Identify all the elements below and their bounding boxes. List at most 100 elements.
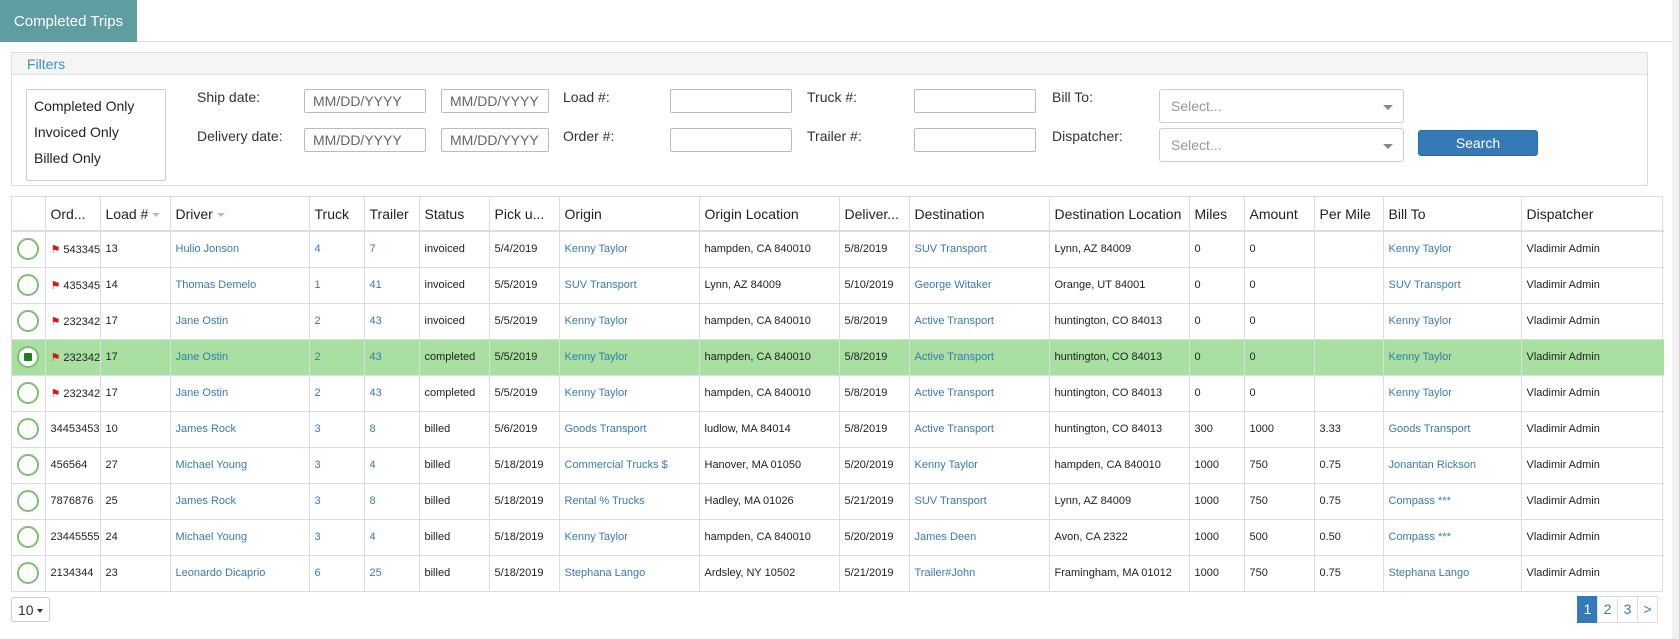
- cell-origin[interactable]: Kenny Taylor: [559, 302, 700, 339]
- cell-destination[interactable]: Trailer#John: [909, 554, 1050, 591]
- cell-origin[interactable]: Goods Transport: [559, 410, 700, 447]
- table-row[interactable]: ⚑ 232342 17 Jane Ostin 2 43 completed 5/5/2019 K…: [12, 374, 1664, 411]
- row-select-cell[interactable]: [12, 410, 46, 447]
- status-option-billed[interactable]: Billed Only: [34, 150, 101, 166]
- cell-origin[interactable]: Kenny Taylor: [559, 518, 700, 555]
- row-radio[interactable]: [17, 526, 39, 548]
- cell-bill-to[interactable]: Kenny Taylor: [1383, 230, 1522, 267]
- cell-truck[interactable]: 6: [309, 554, 365, 591]
- load-number-input[interactable]: [670, 89, 792, 113]
- cell-destination[interactable]: Kenny Taylor: [909, 446, 1050, 483]
- row-radio[interactable]: [17, 346, 39, 368]
- column-header-destination-location[interactable]: Destination Location: [1049, 197, 1190, 232]
- row-radio[interactable]: [17, 310, 39, 332]
- cell-bill-to[interactable]: Compass ***: [1383, 482, 1522, 519]
- ship-date-from-input[interactable]: [304, 89, 426, 113]
- row-select-cell[interactable]: [12, 446, 46, 483]
- cell-driver[interactable]: James Rock: [170, 482, 310, 519]
- column-header-pickup[interactable]: Pick u...: [489, 197, 560, 232]
- cell-trailer[interactable]: 8: [364, 410, 420, 447]
- cell-destination[interactable]: Active Transport: [909, 302, 1050, 339]
- table-row[interactable]: ⚑ 543345 13 Hulio Jonson 4 7 invoiced 5/4/2019 K…: [12, 230, 1664, 267]
- cell-trailer[interactable]: 7: [364, 230, 420, 267]
- page-size-select[interactable]: 10: [11, 597, 50, 622]
- cell-origin[interactable]: Commercial Trucks $: [559, 446, 700, 483]
- cell-truck[interactable]: 3: [309, 446, 365, 483]
- row-radio[interactable]: [17, 454, 39, 476]
- cell-bill-to[interactable]: Stephana Lango: [1383, 554, 1522, 591]
- cell-origin[interactable]: Stephana Lango: [559, 554, 700, 591]
- cell-driver[interactable]: James Rock: [170, 410, 310, 447]
- cell-trailer[interactable]: 43: [364, 374, 420, 411]
- cell-trailer[interactable]: 43: [364, 302, 420, 339]
- cell-origin[interactable]: Kenny Taylor: [559, 230, 700, 267]
- row-radio[interactable]: [17, 382, 39, 404]
- column-header-truck[interactable]: Truck: [309, 197, 365, 232]
- cell-destination[interactable]: George Witaker: [909, 266, 1050, 303]
- cell-driver[interactable]: Michael Young: [170, 518, 310, 555]
- cell-trailer[interactable]: 4: [364, 518, 420, 555]
- delivery-date-to-input[interactable]: [441, 128, 549, 152]
- page-button-2[interactable]: 2: [1597, 596, 1618, 623]
- cell-truck[interactable]: 2: [309, 338, 365, 375]
- page-scrollbar[interactable]: [1672, 0, 1679, 639]
- cell-driver[interactable]: Jane Ostin: [170, 302, 310, 339]
- column-header-driver[interactable]: Driver: [170, 197, 310, 232]
- cell-origin[interactable]: Rental % Trucks: [559, 482, 700, 519]
- truck-number-input[interactable]: [914, 89, 1036, 113]
- row-select-cell[interactable]: [12, 518, 46, 555]
- search-button[interactable]: Search: [1418, 130, 1538, 156]
- cell-truck[interactable]: 3: [309, 518, 365, 555]
- tab-completed-trips[interactable]: Completed Trips: [0, 0, 137, 42]
- column-header-per-mile[interactable]: Per Mile: [1314, 197, 1384, 232]
- cell-bill-to[interactable]: Compass ***: [1383, 518, 1522, 555]
- cell-bill-to[interactable]: Jonantan Rickson: [1383, 446, 1522, 483]
- row-select-cell[interactable]: [12, 338, 46, 375]
- column-header-delivery[interactable]: Deliver...: [839, 197, 910, 232]
- row-radio[interactable]: [17, 490, 39, 512]
- sort-icon[interactable]: [152, 212, 161, 217]
- row-radio[interactable]: [17, 562, 39, 585]
- table-row[interactable]: ⚑ 232342 17 Jane Ostin 2 43 invoiced 5/5/2019 Ke…: [12, 302, 1664, 339]
- cell-destination[interactable]: Active Transport: [909, 374, 1050, 411]
- row-select-cell[interactable]: [12, 482, 46, 519]
- column-header-amount[interactable]: Amount: [1244, 197, 1315, 232]
- column-header-origin-location[interactable]: Origin Location: [699, 197, 840, 232]
- column-header-origin[interactable]: Origin: [559, 197, 700, 232]
- filters-title[interactable]: Filters: [12, 53, 1647, 75]
- cell-driver[interactable]: Leonardo Dicaprio: [170, 554, 310, 591]
- row-select-cell[interactable]: [12, 230, 46, 267]
- cell-bill-to[interactable]: Kenny Taylor: [1383, 302, 1522, 339]
- row-radio[interactable]: [17, 238, 39, 261]
- column-header-load[interactable]: Load #: [100, 197, 171, 232]
- cell-destination[interactable]: James Deen: [909, 518, 1050, 555]
- ship-date-to-input[interactable]: [441, 89, 549, 113]
- cell-driver[interactable]: Michael Young: [170, 446, 310, 483]
- cell-driver[interactable]: Jane Ostin: [170, 338, 310, 375]
- cell-driver[interactable]: Hulio Jonson: [170, 230, 310, 267]
- status-filter-list[interactable]: Completed Only Invoiced Only Billed Only: [26, 89, 166, 181]
- row-radio[interactable]: [17, 274, 39, 296]
- delivery-date-from-input[interactable]: [304, 128, 426, 152]
- row-radio[interactable]: [17, 418, 39, 440]
- trailer-number-input[interactable]: [914, 128, 1036, 152]
- order-number-input[interactable]: [670, 128, 792, 152]
- cell-trailer[interactable]: 41: [364, 266, 420, 303]
- table-row[interactable]: 23445555 24 Michael Young 3 4 billed 5/18/2019…: [12, 518, 1664, 555]
- cell-truck[interactable]: 3: [309, 482, 365, 519]
- page-button-3[interactable]: 3: [1617, 596, 1638, 623]
- next-page-button[interactable]: >: [1637, 596, 1658, 623]
- cell-driver[interactable]: Jane Ostin: [170, 374, 310, 411]
- table-row[interactable]: ⚑ 435345 14 Thomas Demelo 1 41 invoiced 5/5/201…: [12, 266, 1664, 303]
- cell-origin[interactable]: SUV Transport: [559, 266, 700, 303]
- cell-truck[interactable]: 2: [309, 374, 365, 411]
- cell-destination[interactable]: Active Transport: [909, 410, 1050, 447]
- column-header-trailer[interactable]: Trailer: [364, 197, 420, 232]
- cell-destination[interactable]: SUV Transport: [909, 482, 1050, 519]
- row-select-cell[interactable]: [12, 302, 46, 339]
- column-header-order[interactable]: Ord...: [45, 197, 101, 232]
- cell-bill-to[interactable]: Goods Transport: [1383, 410, 1522, 447]
- cell-truck[interactable]: 4: [309, 230, 365, 267]
- cell-origin[interactable]: Kenny Taylor: [559, 338, 700, 375]
- status-option-completed[interactable]: Completed Only: [34, 98, 134, 114]
